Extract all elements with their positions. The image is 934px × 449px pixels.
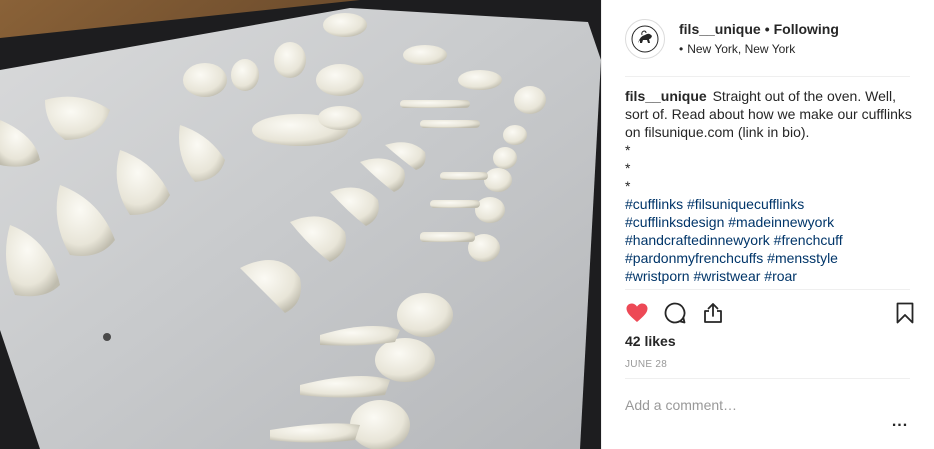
location-text: New York, New York (687, 42, 796, 56)
avatar[interactable] (625, 18, 665, 59)
comment-input[interactable] (625, 394, 885, 416)
header-divider (625, 76, 910, 77)
hashtag-link[interactable]: #madeinnewyork (728, 214, 834, 230)
comment-divider (625, 378, 910, 379)
comment-button[interactable] (658, 296, 692, 330)
comment-icon (664, 302, 686, 324)
hashtag-link[interactable]: #mensstyle (767, 250, 838, 266)
post-photo-image (0, 0, 601, 449)
hashtag-list: #cufflinks #filsuniquecufflinks #cufflin… (625, 195, 915, 285)
action-bar (620, 296, 920, 330)
header-row: fils__unique • Following (679, 20, 839, 38)
actions-divider (625, 289, 910, 290)
caption-star: * (625, 160, 631, 176)
post-header-text: fils__unique • Following • New York, New … (679, 20, 839, 57)
hashtag-link[interactable]: #cufflinks (625, 196, 683, 212)
post-dialog: fils__unique • Following • New York, New … (0, 0, 934, 449)
location-pin-icon: • (679, 42, 684, 56)
hashtag-link[interactable]: #frenchcuff (774, 232, 843, 248)
caption-body: fils__unique Straight out of the oven. W… (625, 87, 915, 141)
share-button[interactable] (696, 296, 730, 330)
save-button[interactable] (888, 296, 922, 330)
heart-icon (626, 303, 648, 322)
more-options-icon[interactable]: ... (890, 412, 910, 432)
bookmark-icon (896, 302, 914, 324)
post-caption: fils__unique Straight out of the oven. W… (625, 87, 915, 285)
post-side-panel: fils__unique • Following • New York, New … (601, 0, 934, 449)
hashtag-link[interactable]: #handcraftedinnewyork (625, 232, 770, 248)
follow-status-button[interactable]: Following (774, 20, 839, 38)
share-icon (704, 303, 722, 323)
lion-logo-icon (631, 25, 659, 52)
hashtag-link[interactable]: #pardonmyfrenchcuffs (625, 250, 763, 266)
username-link[interactable]: fils__unique (679, 20, 761, 38)
hashtag-link[interactable]: #wristwear (693, 268, 760, 284)
post-photo[interactable] (0, 0, 601, 449)
caption-username-link[interactable]: fils__unique (625, 88, 707, 104)
likes-count[interactable]: 42 likes (625, 332, 676, 350)
post-header: fils__unique • Following • New York, New … (602, 0, 934, 77)
hashtag-link[interactable]: #filsuniquecufflinks (687, 196, 804, 212)
separator-dot: • (764, 21, 770, 37)
hashtag-link[interactable]: #roar (764, 268, 797, 284)
location-link[interactable]: • New York, New York (679, 41, 839, 57)
hashtag-link[interactable]: #wristporn (625, 268, 690, 284)
hashtag-link[interactable]: #cufflinksdesign (625, 214, 724, 230)
post-date[interactable]: JUNE 28 (625, 358, 667, 372)
like-button[interactable] (620, 296, 654, 330)
caption-star: * (625, 178, 631, 194)
caption-star: * (625, 142, 631, 158)
